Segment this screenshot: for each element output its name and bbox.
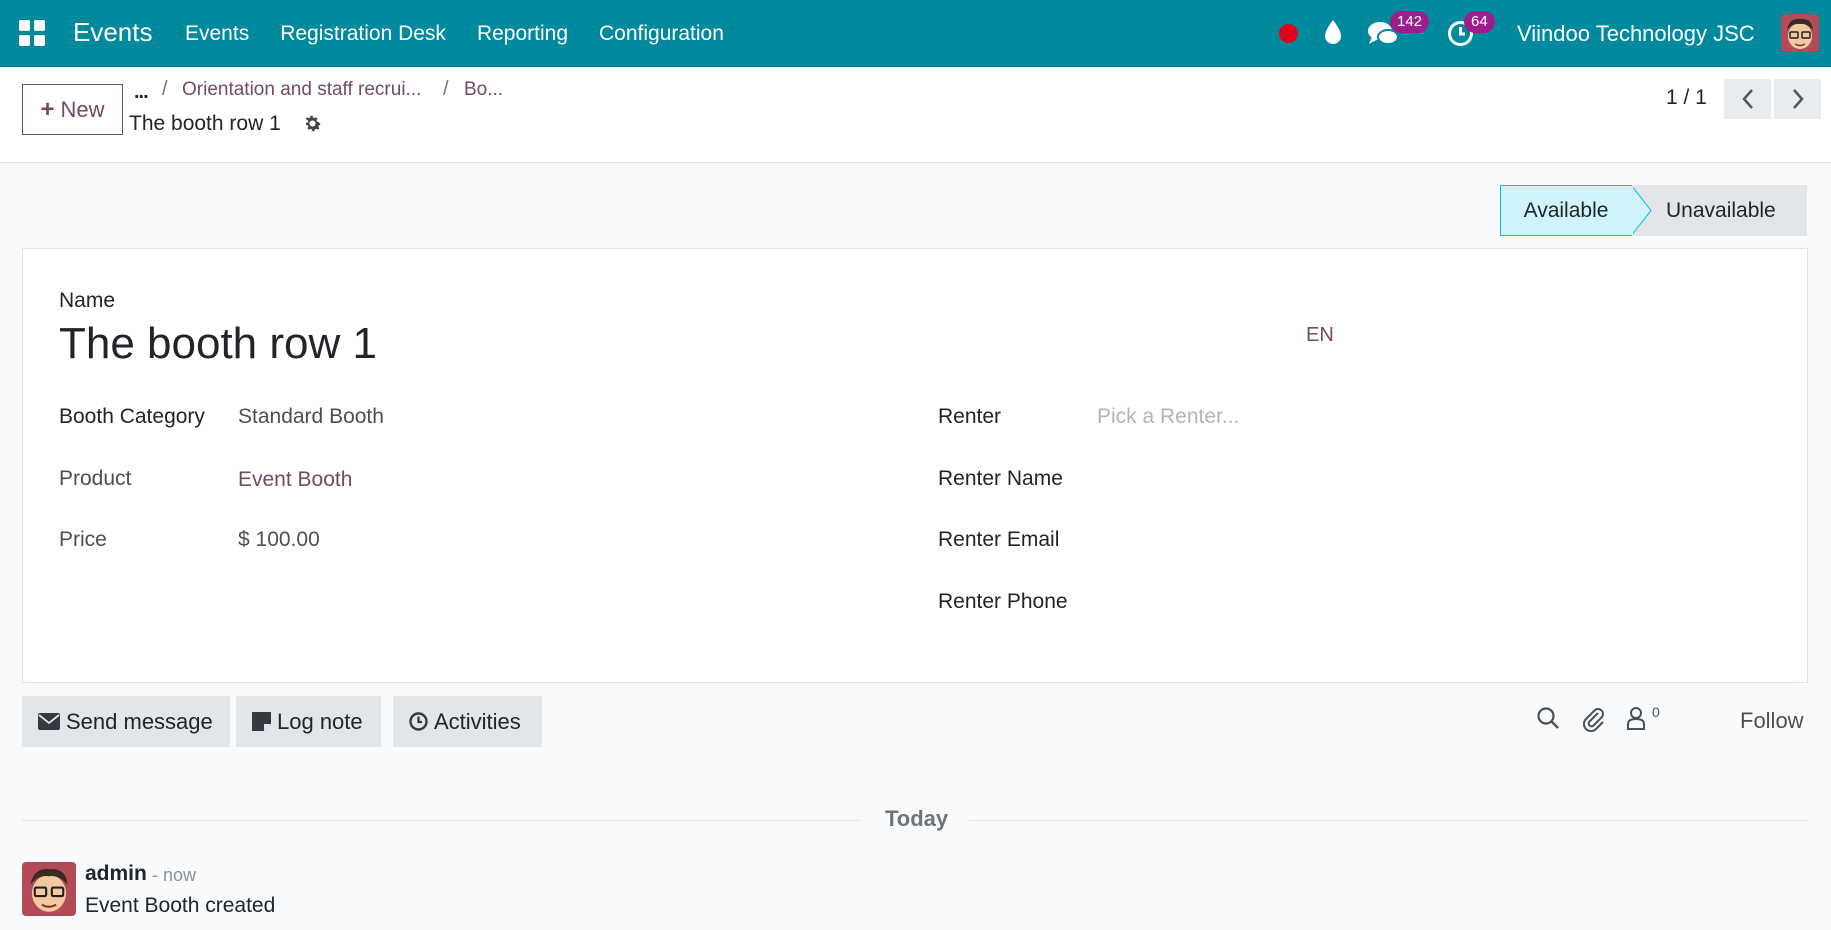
menu-item-events[interactable]: Events bbox=[185, 22, 249, 46]
product-label: Product bbox=[59, 467, 132, 490]
send-message-label: Send message bbox=[66, 708, 213, 734]
renter-email-field[interactable] bbox=[1097, 528, 1697, 554]
menu-item-registration-desk[interactable]: Registration Desk bbox=[280, 22, 446, 46]
log-note-button[interactable]: Log note bbox=[236, 696, 381, 747]
renter-name-field[interactable] bbox=[1097, 467, 1697, 493]
messages-count-badge: 142 bbox=[1390, 11, 1430, 33]
activities-count-badge: 64 bbox=[1464, 11, 1495, 33]
booth-category-field[interactable]: Standard Booth bbox=[238, 405, 384, 429]
breadcrumb-separator: / bbox=[162, 78, 168, 100]
main-menu: Events Registration Desk Reporting Confi… bbox=[185, 22, 755, 46]
pager-next-button[interactable] bbox=[1774, 79, 1821, 119]
activities-button[interactable]: Activities bbox=[393, 696, 542, 747]
activities-label: Activities bbox=[434, 708, 521, 734]
renter-email-label: Renter Email bbox=[938, 528, 1060, 551]
apps-menu-icon[interactable] bbox=[19, 20, 46, 47]
menu-item-configuration[interactable]: Configuration bbox=[599, 22, 724, 46]
record-title: The booth row 1 bbox=[129, 112, 281, 135]
renter-phone-field[interactable] bbox=[1097, 590, 1697, 616]
chevron-right-icon bbox=[1792, 89, 1804, 109]
search-icon[interactable] bbox=[1536, 706, 1560, 730]
message-author-avatar[interactable] bbox=[22, 862, 76, 916]
followers-count: 0 bbox=[1652, 704, 1660, 720]
status-unavailable[interactable]: Unavailable bbox=[1632, 185, 1807, 236]
breadcrumb-more[interactable]: ... bbox=[134, 81, 149, 104]
plus-icon: + bbox=[40, 95, 55, 123]
new-button[interactable]: + New bbox=[22, 84, 123, 135]
product-field[interactable]: Event Booth bbox=[238, 468, 352, 492]
pager-previous-button[interactable] bbox=[1724, 79, 1771, 119]
followers-icon[interactable] bbox=[1626, 706, 1646, 730]
date-divider-line bbox=[22, 820, 859, 821]
paperclip-icon[interactable] bbox=[1581, 706, 1605, 732]
name-field[interactable]: The booth row 1 bbox=[59, 319, 377, 369]
price-label: Price bbox=[59, 528, 107, 551]
log-note-label: Log note bbox=[277, 708, 363, 734]
envelope-icon bbox=[38, 713, 60, 730]
note-icon bbox=[252, 712, 271, 731]
name-label: Name bbox=[59, 289, 116, 312]
message-time: - now bbox=[152, 865, 197, 885]
status-arrow-icon bbox=[1631, 185, 1652, 236]
status-available[interactable]: Available bbox=[1500, 185, 1632, 236]
breadcrumb-event[interactable]: Orientation and staff recrui... bbox=[182, 79, 421, 101]
renter-name-label: Renter Name bbox=[938, 467, 1063, 490]
control-panel: + New ... / Orientation and staff recrui… bbox=[0, 67, 1831, 163]
send-message-button[interactable]: Send message bbox=[22, 696, 230, 747]
message-body: Event Booth created bbox=[85, 894, 276, 917]
clock-icon bbox=[409, 712, 428, 731]
form-sheet: Name The booth row 1 EN Booth Category S… bbox=[22, 248, 1808, 683]
breadcrumb-separator: / bbox=[443, 78, 449, 100]
water-drop-icon[interactable] bbox=[1322, 18, 1344, 46]
pager-value[interactable]: 1 / 1 bbox=[1666, 86, 1707, 110]
follow-button[interactable]: Follow bbox=[1740, 708, 1804, 734]
breadcrumb-booths[interactable]: Bo... bbox=[464, 79, 503, 101]
date-separator: Today bbox=[885, 806, 949, 831]
renter-field[interactable]: Pick a Renter... bbox=[1097, 405, 1239, 429]
translate-language-button[interactable]: EN bbox=[1306, 324, 1334, 347]
booth-category-label: Booth Category bbox=[59, 405, 205, 428]
renter-phone-label: Renter Phone bbox=[938, 590, 1068, 613]
renter-label: Renter bbox=[938, 405, 1002, 428]
message-author[interactable]: admin bbox=[85, 862, 147, 886]
new-button-label: New bbox=[60, 96, 105, 122]
price-field: $ 100.00 bbox=[238, 528, 320, 551]
record-indicator-icon[interactable] bbox=[1279, 24, 1298, 43]
chevron-left-icon bbox=[1741, 89, 1753, 109]
top-navbar: Events Events Registration Desk Reportin… bbox=[0, 0, 1831, 67]
gear-icon[interactable] bbox=[302, 113, 323, 134]
date-divider-line bbox=[969, 820, 1808, 821]
menu-item-reporting[interactable]: Reporting bbox=[477, 22, 568, 46]
company-switcher[interactable]: Viindoo Technology JSC bbox=[1517, 21, 1755, 47]
user-avatar[interactable] bbox=[1781, 14, 1819, 52]
app-brand[interactable]: Events bbox=[73, 17, 153, 48]
